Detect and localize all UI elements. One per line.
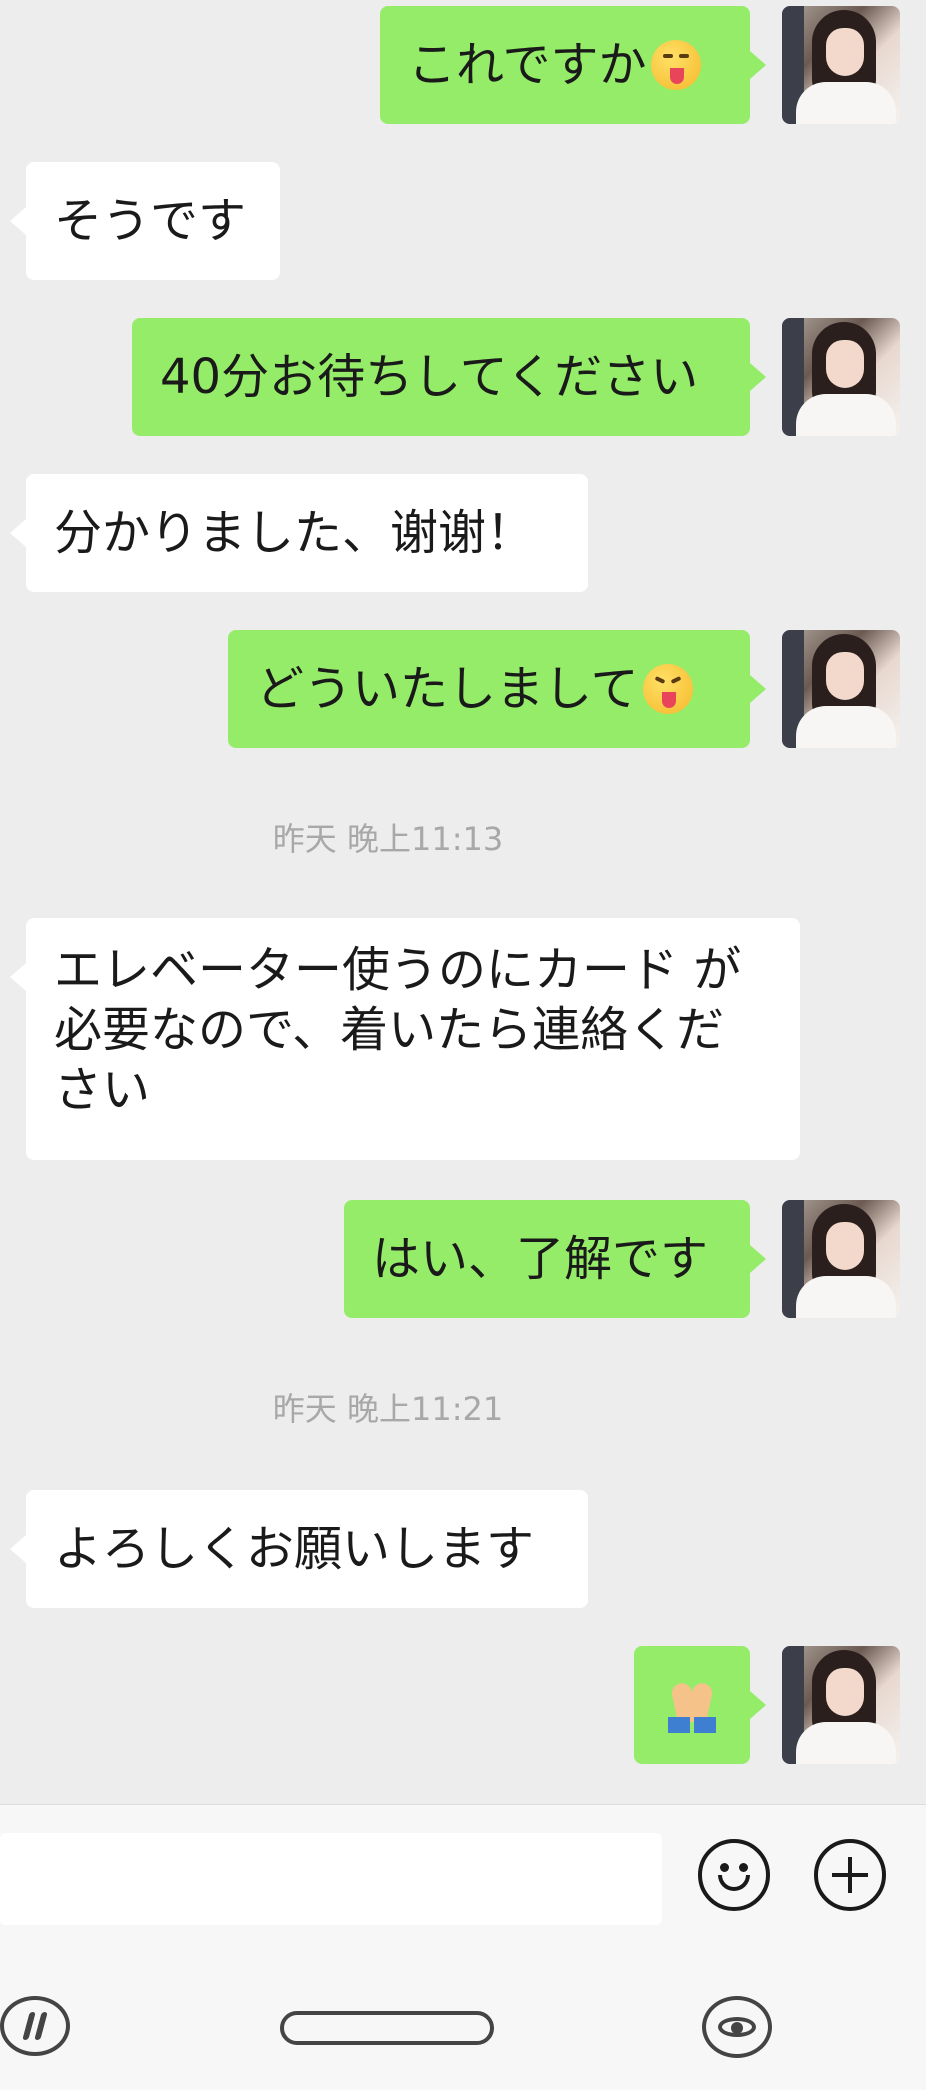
chat-area[interactable]: これですか そうです 40分お待ちしてください 分かりました、谢谢！ どういたし…	[0, 0, 926, 1804]
bubble-tail	[750, 1245, 766, 1273]
message-bubble-sent[interactable]: これですか	[380, 6, 750, 124]
bubble-tail	[750, 675, 766, 703]
message-input[interactable]	[0, 1833, 662, 1925]
avatar[interactable]	[782, 318, 900, 436]
message-text: これですか	[408, 37, 647, 93]
message-bubble-sent[interactable]: どういたしまして	[228, 630, 750, 748]
eye-icon[interactable]	[702, 1996, 772, 2058]
message-text: 分かりました、谢谢！	[54, 505, 535, 561]
message-bubble-received[interactable]: エレベーター使うのにカード が 必要なので、着いたら連絡くだ さい	[26, 918, 800, 1160]
input-bar	[0, 1804, 926, 1955]
avatar[interactable]	[782, 1200, 900, 1318]
bubble-tail	[750, 51, 766, 79]
message-text: 40分お待ちしてください	[160, 349, 699, 405]
more-button[interactable]	[814, 1839, 886, 1911]
squinting-face-with-tongue-icon	[642, 664, 693, 714]
bubble-tail	[10, 963, 26, 991]
message-text: そうです	[54, 193, 247, 249]
message-bubble-sent[interactable]	[634, 1646, 750, 1764]
system-nav-bar	[0, 1954, 926, 2090]
message-bubble-sent[interactable]: 40分お待ちしてください	[132, 318, 750, 436]
folded-hands-icon	[664, 1677, 720, 1733]
message-bubble-received[interactable]: よろしくお願いします	[26, 1490, 588, 1608]
message-text-line: 必要なので、着いたら連絡くだ	[54, 1002, 725, 1058]
message-text: よろしくお願いします	[54, 1521, 535, 1577]
message-bubble-sent[interactable]: はい、了解です	[344, 1200, 750, 1318]
message-text-line: さい	[54, 1062, 151, 1118]
bubble-tail	[750, 1691, 766, 1719]
bubble-tail	[10, 1535, 26, 1563]
timestamp: 昨天 晚上11:21	[272, 1390, 504, 1428]
message-text-line: エレベーター使うのにカード が	[54, 942, 742, 998]
message-bubble-received[interactable]: そうです	[26, 162, 280, 280]
avatar[interactable]	[782, 6, 900, 124]
message-text: はい、了解です	[372, 1231, 709, 1287]
avatar[interactable]	[782, 630, 900, 748]
timestamp: 昨天 晚上11:13	[272, 820, 504, 858]
winking-face-with-tongue-icon	[650, 40, 701, 90]
avatar[interactable]	[782, 1646, 900, 1764]
message-bubble-received[interactable]: 分かりました、谢谢！	[26, 474, 588, 592]
home-pill-icon[interactable]	[280, 2011, 494, 2045]
emoji-button[interactable]	[698, 1839, 770, 1911]
app-logo-icon[interactable]	[0, 1996, 70, 2056]
bubble-tail	[10, 207, 26, 235]
message-text: どういたしまして	[256, 661, 639, 717]
bubble-tail	[10, 519, 26, 547]
bubble-tail	[750, 363, 766, 391]
